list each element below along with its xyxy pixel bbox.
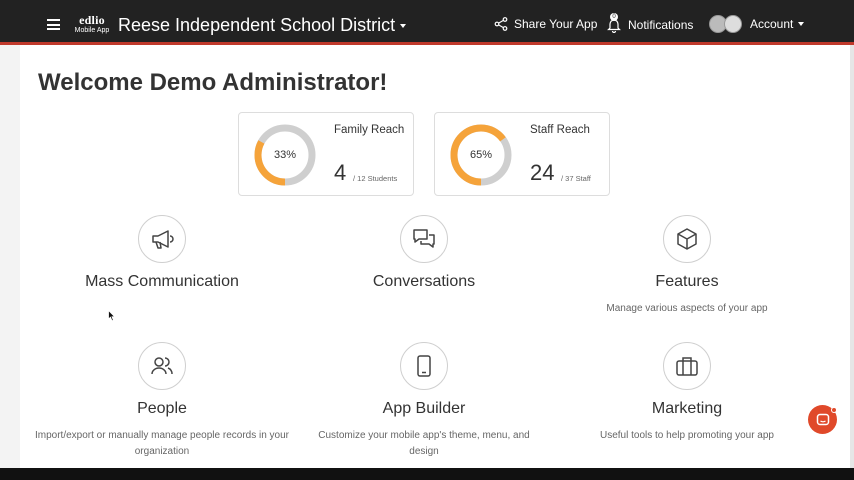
district-name: Reese Independent School District	[118, 15, 396, 35]
tile-description: Import/export or manually manage people …	[34, 430, 290, 457]
tile-mass-communication[interactable]: Mass Communication	[32, 215, 292, 291]
brand-name: edlio	[79, 13, 105, 27]
people-icon	[138, 342, 186, 390]
family-reach-card[interactable]: 33% Family Reach 4 / 12 Students	[238, 112, 414, 196]
staff-reach-count: 24	[530, 160, 555, 185]
account-label: Account	[750, 17, 794, 31]
share-app-button[interactable]: Share Your App	[494, 17, 597, 31]
avatar	[724, 15, 742, 33]
staff-reach-percent: 65%	[469, 149, 493, 161]
chevron-down-icon	[400, 23, 407, 28]
family-reach-percent: 33%	[273, 149, 297, 161]
tile-title: People	[137, 400, 187, 417]
scrollbar[interactable]	[850, 45, 854, 468]
staff-reach-total: / 37 Staff	[561, 174, 591, 183]
top-navbar: edlio Mobile App Reese Independent Schoo…	[0, 0, 854, 42]
tile-title: App Builder	[382, 400, 466, 417]
bell-icon: 0	[607, 13, 621, 34]
chat-bubbles-icon	[400, 215, 448, 263]
avatar-group	[709, 15, 742, 33]
tile-features[interactable]: Features Manage various aspects of your …	[557, 215, 817, 317]
tile-description: Useful tools to help promoting your app	[600, 430, 774, 441]
chevron-down-icon	[798, 22, 805, 26]
phone-icon	[400, 342, 448, 390]
unread-dot	[831, 407, 837, 413]
page-title: Welcome Demo Administrator!	[38, 69, 388, 96]
tile-app-builder[interactable]: App Builder Customize your mobile app's …	[294, 342, 554, 460]
family-reach-title: Family Reach	[334, 124, 405, 136]
cube-icon	[663, 215, 711, 263]
tile-marketing[interactable]: Marketing Useful tools to help promoting…	[557, 342, 817, 444]
left-gutter	[0, 45, 20, 468]
megaphone-icon	[138, 215, 186, 263]
family-reach-count: 4	[334, 160, 347, 185]
edlio-logo[interactable]: edlio Mobile App	[70, 14, 114, 34]
account-menu[interactable]: Account	[709, 15, 805, 33]
share-icon	[494, 17, 508, 31]
bottom-bar	[0, 468, 854, 480]
briefcase-icon	[663, 342, 711, 390]
share-label: Share Your App	[514, 17, 598, 31]
tile-title: Conversations	[372, 273, 476, 290]
tile-title: Marketing	[651, 400, 723, 417]
notifications-button[interactable]: 0 Notifications	[607, 13, 694, 34]
tile-description: Customize your mobile app's theme, menu,…	[318, 430, 530, 457]
tile-people[interactable]: People Import/export or manually manage …	[32, 342, 292, 460]
tile-title: Mass Communication	[85, 273, 239, 290]
tile-conversations[interactable]: Conversations	[294, 215, 554, 291]
menu-icon[interactable]	[47, 19, 60, 33]
staff-reach-card[interactable]: 65% Staff Reach 24 / 37 Staff	[434, 112, 610, 196]
tile-title: Features	[655, 273, 719, 290]
mouse-cursor-icon	[108, 310, 116, 322]
notifications-label: Notifications	[628, 18, 694, 32]
tile-description: Manage various aspects of your app	[606, 303, 768, 314]
brand-sub: Mobile App	[74, 27, 110, 34]
family-reach-total: / 12 Students	[353, 174, 398, 183]
chat-icon	[816, 413, 829, 425]
staff-reach-title: Staff Reach	[530, 124, 590, 136]
notification-badge: 0	[610, 13, 618, 21]
district-selector[interactable]: Reese Independent School District	[118, 15, 407, 36]
